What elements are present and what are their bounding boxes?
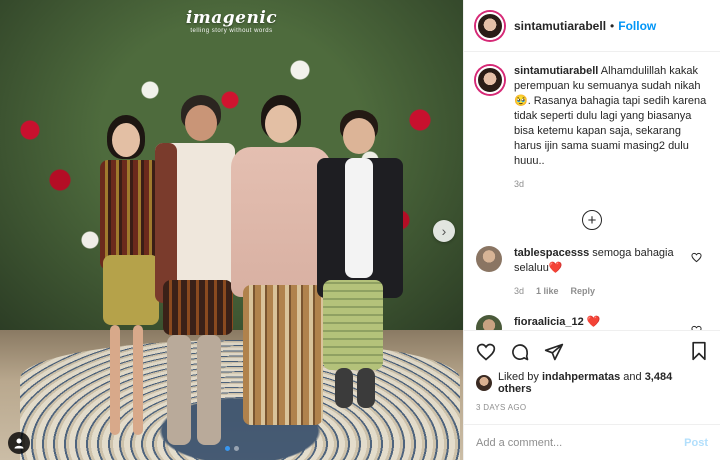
plus-circle-icon: +	[587, 211, 597, 229]
liked-by-prefix: Liked by	[497, 371, 542, 383]
photo-watermark-tagline: telling story without words	[190, 28, 273, 34]
likes-summary: Liked by indahpermatas and 3,484 others	[476, 371, 708, 395]
commenter-username[interactable]: tablespacesss	[514, 247, 589, 259]
commenter-avatar[interactable]	[476, 315, 502, 330]
post-header: sintamutiarabell • Follow	[464, 0, 720, 52]
add-comment-bar: Post	[464, 424, 720, 460]
post-photo[interactable]: imagenic telling story without words ›	[0, 0, 463, 460]
comment-icon[interactable]	[510, 342, 530, 362]
commenter-username[interactable]: fioraalicia_12	[514, 316, 584, 328]
comment-input[interactable]	[476, 436, 685, 449]
post-side-panel: sintamutiarabell • Follow sintamutiarabe…	[463, 0, 720, 460]
carousel-indicator	[0, 446, 463, 451]
comment-like-button[interactable]	[691, 325, 702, 330]
liked-by-username[interactable]: indahpermatas	[542, 371, 620, 383]
caption-username[interactable]: sintamutiarabell	[514, 65, 598, 77]
person-4	[315, 110, 405, 420]
load-more-comments-button[interactable]: +	[582, 210, 602, 230]
caption-author-avatar[interactable]	[476, 66, 504, 94]
post-actions: Liked by indahpermatas and 3,484 others …	[464, 330, 720, 412]
heart-icon[interactable]	[476, 342, 496, 362]
chevron-right-icon: ›	[441, 223, 447, 239]
share-icon[interactable]	[544, 342, 564, 362]
comments-section[interactable]: sintamutiarabell Alhamdulillah kakak per…	[464, 52, 720, 330]
comment-timestamp[interactable]: 3d	[514, 284, 524, 299]
red-heart-emoji: ❤️	[586, 316, 601, 328]
heart-outline-icon	[691, 252, 702, 263]
post-date[interactable]: 3 DAYS AGO	[476, 403, 708, 412]
post-comment-button[interactable]: Post	[684, 437, 708, 449]
bookmark-icon[interactable]	[690, 341, 708, 361]
comment-like-count[interactable]: 1 like	[536, 284, 559, 299]
heart-outline-icon	[691, 325, 702, 330]
liked-by-and: and	[620, 371, 645, 383]
comment-item: fioraalicia_12 ❤️	[476, 315, 708, 330]
comment-reply-button[interactable]: Reply	[571, 284, 596, 299]
caption-timestamp[interactable]: 3d	[514, 177, 708, 192]
photo-watermark-logo: imagenic	[185, 8, 278, 28]
caption-text: Alhamdulillah kakak perempuan ku semuany…	[514, 65, 707, 167]
comment-item: tablespacesss semoga bahagia selaluu❤️ 3…	[476, 246, 708, 299]
header-separator: •	[610, 18, 615, 33]
liker-avatar[interactable]	[476, 375, 492, 391]
carousel-dot	[224, 446, 230, 451]
commenter-avatar[interactable]	[476, 246, 502, 272]
author-username[interactable]: sintamutiarabell	[514, 19, 606, 33]
instagram-post: imagenic telling story without words › s…	[0, 0, 720, 460]
carousel-next-button[interactable]: ›	[433, 220, 455, 242]
carousel-dot	[233, 446, 239, 451]
author-avatar[interactable]	[476, 11, 504, 40]
red-heart-emoji: ❤️	[548, 262, 563, 274]
follow-button[interactable]: Follow	[618, 19, 656, 33]
comment-like-button[interactable]	[691, 252, 702, 266]
post-caption: sintamutiarabell Alhamdulillah kakak per…	[476, 64, 708, 192]
